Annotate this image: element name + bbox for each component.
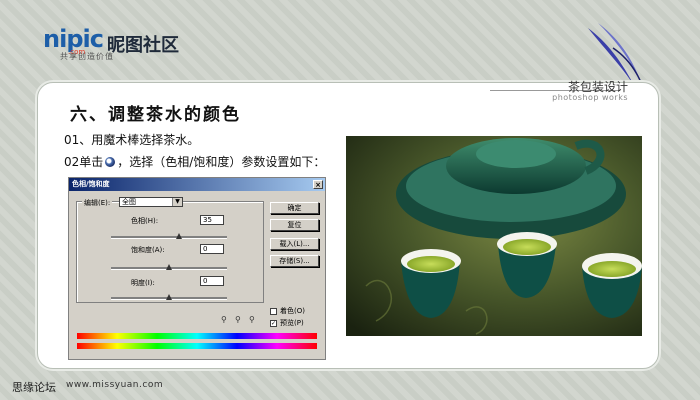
edit-select[interactable]: 全图 ▼ (119, 197, 183, 207)
hue-slider-track[interactable] (111, 236, 227, 239)
logo-chinese-text: 昵图社区 (106, 35, 179, 56)
lightness-input[interactable]: 0 (200, 276, 224, 286)
footer-url[interactable]: www.missyuan.com (66, 380, 163, 390)
step-2-suffix: ，选择（色相/饱和度）参数设置如下： (117, 155, 326, 169)
preview-checkbox-row[interactable]: ✓ 预览(P) (270, 318, 304, 328)
output-color-spectrum (77, 343, 317, 349)
hue-slider-thumb[interactable] (176, 233, 183, 239)
saturation-input[interactable]: 0 (200, 244, 224, 254)
eyedropper-minus-icon[interactable]: ⚲ (249, 315, 255, 324)
hue-label: 色相(H): (131, 217, 159, 225)
colorize-label: 着色(O) (280, 307, 305, 315)
edit-label: 编辑(E): (82, 198, 113, 208)
hue-saturation-dialog: 色相/饱和度 × 编辑(E): 全图 ▼ 色相(H): 35 饱和度(A): 0… (68, 177, 326, 360)
step-1-text: 01、用魔术棒选择茶水。 (64, 133, 200, 147)
load-button[interactable]: 载入(L)... (270, 238, 319, 250)
chevron-down-icon[interactable]: ▼ (172, 198, 182, 206)
lightness-label: 明度(I): (131, 279, 155, 287)
dialog-close-button[interactable]: × (313, 180, 323, 189)
saturation-slider-thumb[interactable] (166, 264, 172, 270)
settings-group-box (76, 201, 264, 303)
eyedropper-plus-icon[interactable]: ⚲ (235, 315, 241, 324)
brand-subtitle: photoshop works (552, 93, 628, 102)
reset-button[interactable]: 复位 (270, 219, 319, 231)
logo-slogan: 共享创造价值 (60, 52, 114, 61)
dialog-title: 色相/饱和度 (72, 180, 110, 188)
colorize-checkbox[interactable] (270, 307, 277, 315)
ok-button[interactable]: 确定 (270, 202, 319, 214)
input-color-spectrum (77, 333, 317, 339)
footer-site-name: 思缘论坛 (12, 381, 56, 394)
preview-checkbox[interactable]: ✓ (270, 319, 277, 327)
hue-input[interactable]: 35 (200, 215, 224, 225)
adjustment-layer-icon (105, 157, 116, 167)
colorize-checkbox-row[interactable]: 着色(O) (270, 306, 305, 316)
save-button[interactable]: 存储(S)... (270, 255, 319, 267)
step-2-text: 02单击 ，选择（色相/饱和度）参数设置如下： (64, 153, 325, 170)
step-2-prefix: 02单击 (64, 155, 104, 169)
eyedropper-icon[interactable]: ⚲ (221, 315, 227, 324)
section-heading: 六、调整茶水的颜色 (70, 105, 241, 125)
saturation-label: 饱和度(A): (131, 246, 165, 254)
edit-select-value: 全图 (122, 198, 136, 206)
dialog-title-bar[interactable]: 色相/饱和度 × (69, 178, 325, 191)
preview-label: 预览(P) (280, 319, 304, 327)
lightness-slider-thumb[interactable] (166, 294, 172, 300)
tea-set-photo (346, 136, 642, 336)
